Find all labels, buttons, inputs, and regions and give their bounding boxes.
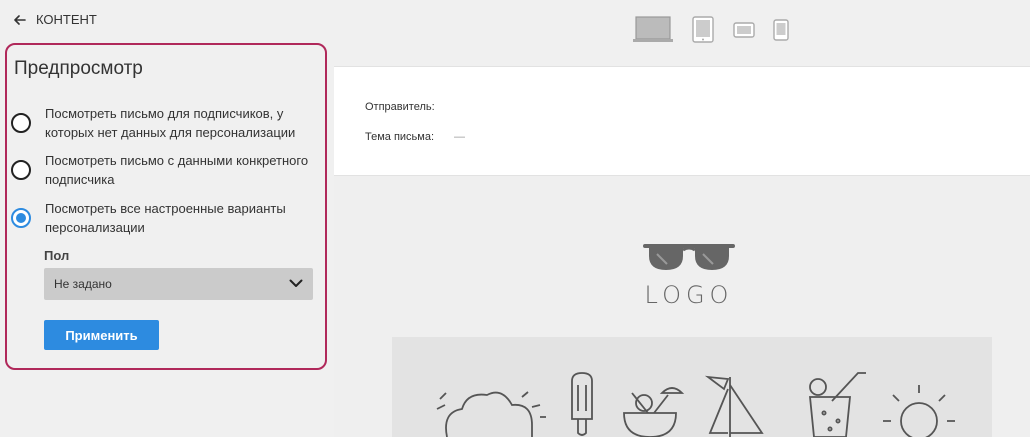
back-link[interactable]: КОНТЕНТ [14, 12, 97, 27]
coconut-drink-icon [623, 387, 685, 437]
option-all-variants[interactable]: Посмотреть все настроенные варианты перс… [11, 199, 315, 237]
cocktail-icon [809, 372, 866, 437]
email-header: Отправитель: Тема письма: — [334, 66, 1030, 176]
mobile-icon[interactable] [773, 19, 789, 46]
select-value: Не задано [54, 277, 112, 291]
logo: LOGO [639, 242, 739, 309]
tablet-icon[interactable] [692, 16, 714, 48]
subject-row: Тема письма: — [365, 131, 465, 143]
option-label: Посмотреть все настроенные варианты перс… [45, 201, 286, 235]
gender-field-label: Пол [44, 248, 70, 263]
ice-cream-icon [571, 372, 593, 436]
desktop-icon[interactable] [632, 16, 674, 48]
radio-button-selected[interactable] [11, 208, 31, 228]
gender-select[interactable]: Не задано [44, 268, 313, 300]
sender-label: Отправитель: [365, 101, 435, 113]
subject-label: Тема письма: [365, 131, 435, 143]
chevron-down-icon [289, 277, 303, 291]
option-label: Посмотреть письмо с данными конкретного … [45, 153, 309, 187]
radio-button[interactable] [11, 113, 31, 133]
email-preview-area: Отправитель: Тема письма: — LOGO [334, 66, 1030, 437]
panel-title: Предпросмотр [14, 58, 143, 79]
logo-text: LOGO [644, 281, 734, 309]
back-link-label: КОНТЕНТ [36, 12, 97, 27]
radio-button[interactable] [11, 160, 31, 180]
sun-icon [883, 385, 955, 437]
subject-value: — [454, 131, 466, 143]
cloud-icon [436, 391, 546, 437]
arrow-left-icon [14, 14, 26, 25]
preview-panel: Предпросмотр Посмотреть письмо для подпи… [5, 43, 327, 370]
tablet-landscape-icon[interactable] [733, 22, 755, 43]
apply-button[interactable]: Применить [44, 320, 159, 350]
option-specific-subscriber[interactable]: Посмотреть письмо с данными конкретного … [11, 151, 315, 189]
sender-row: Отправитель: [365, 101, 455, 113]
sunglasses-icon [643, 244, 735, 278]
sailboat-icon [704, 375, 764, 437]
option-label: Посмотреть письмо для подписчиков, у кот… [45, 106, 296, 140]
option-no-personalization[interactable]: Посмотреть письмо для подписчиков, у кот… [11, 104, 315, 142]
illustration-banner [392, 337, 992, 437]
email-body: LOGO [334, 176, 1030, 437]
left-sidebar: КОНТЕНТ Предпросмотр Посмотреть письмо д… [0, 0, 334, 437]
